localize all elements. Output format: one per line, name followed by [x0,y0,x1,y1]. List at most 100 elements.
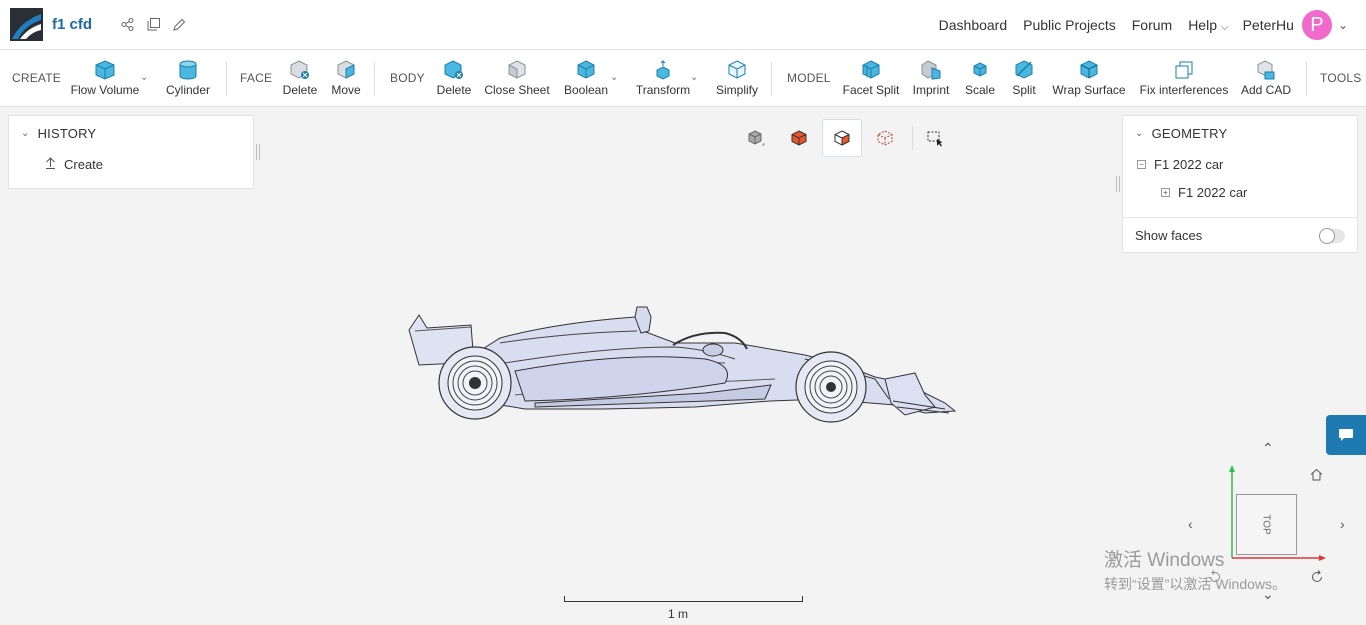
copy-icon[interactable] [146,17,160,31]
tree-item-child-label: F1 2022 car [1178,184,1248,200]
chevron-down-icon: ⌵ [1220,22,1229,33]
user-name[interactable]: PeterHu [1243,17,1294,33]
flow-volume-label: Flow Volume [70,83,140,97]
flow-volume-button[interactable]: Flow Volume [70,50,140,107]
close-sheet-icon [508,60,526,79]
avatar[interactable]: P [1301,10,1332,40]
body-delete-button[interactable]: Delete [434,50,474,107]
tree-item-child[interactable]: + F1 2022 car [1123,178,1357,206]
orbit-right-icon[interactable]: › [1340,516,1345,532]
divider [771,62,772,96]
expand-icon[interactable]: + [1161,187,1170,197]
orbit-up-icon[interactable]: ⌃ [1262,440,1274,457]
boolean-icon [577,60,595,79]
boolean-label: Boolean [563,83,609,97]
history-item-label: Create [64,156,104,172]
group-label-model: MODEL [787,71,831,85]
home-view-icon[interactable] [1310,468,1323,484]
show-faces-toggle[interactable] [1319,228,1345,244]
cylinder-label: Cylinder [165,83,210,97]
geometry-resize-handle[interactable] [1116,176,1120,192]
body-delete-label: Delete [436,83,472,97]
divider [1306,62,1307,96]
simplify-button[interactable]: Simplify [712,50,762,107]
wrap-surface-label: Wrap Surface [1052,83,1126,97]
rotate-cw-icon[interactable] [1310,570,1324,587]
face-move-icon [337,60,355,79]
split-label: Split [1012,83,1036,97]
chevron-down-icon: ⌄ [21,127,30,139]
main-nav: Dashboard Public Projects Forum Help ⌵ Pe… [923,0,1348,50]
chat-bubble-icon [1339,429,1353,441]
upload-arrow-icon [45,156,56,172]
chevron-down-icon[interactable]: ⌄ [690,72,698,83]
main-toolbar: CREATE Flow Volume ⌄ Cylinder FACE Delet… [0,50,1366,107]
nav-help-label: Help [1188,17,1217,33]
windows-activation-watermark: 激活 Windows 转到“设置”以激活 Windows。 [1104,545,1286,594]
divider [226,62,227,96]
fix-interferences-icon [1175,61,1193,79]
geometry-header[interactable]: ⌄ GEOMETRY [1123,116,1357,150]
group-label-face: FACE [240,71,273,85]
solid-edges-view-button[interactable] [822,119,862,157]
chevron-down-icon[interactable]: ⌄ [1338,18,1348,32]
imprint-icon [921,60,941,80]
simscale-logo[interactable] [10,8,43,41]
add-cad-button[interactable]: Add CAD [1238,50,1294,107]
chat-button[interactable] [1326,415,1366,455]
history-item-create[interactable]: Create [9,150,253,178]
tree-item-root[interactable]: − F1 2022 car [1123,150,1357,178]
nav-public-projects[interactable]: Public Projects [1023,17,1116,33]
transform-button[interactable]: Transform [634,50,692,107]
orbit-left-icon[interactable]: ‹ [1188,516,1193,532]
shaded-view-button[interactable] [736,119,776,157]
scale-button[interactable]: Scale [962,50,998,107]
solid-view-button[interactable] [779,119,819,157]
facet-split-icon [862,60,880,79]
share-icon[interactable] [120,17,134,31]
shaded-cube-icon [748,130,765,146]
wireframe-view-button[interactable] [865,119,905,157]
nav-help[interactable]: Help ⌵ [1188,17,1228,33]
show-faces-label: Show faces [1135,228,1203,243]
rear-wheel [438,346,512,420]
divider [374,62,375,96]
project-actions [120,17,186,31]
group-label-tools[interactable]: TOOLS [1320,71,1361,85]
edit-icon[interactable] [172,17,186,31]
cylinder-button[interactable]: Cylinder [164,50,212,107]
chevron-down-icon[interactable]: ⌄ [140,72,148,83]
history-header[interactable]: ⌄ HISTORY [9,116,253,150]
fix-interferences-button[interactable]: Fix interferences [1138,50,1230,107]
close-sheet-button[interactable]: Close Sheet [484,50,550,107]
imprint-label: Imprint [912,83,950,97]
imprint-button[interactable]: Imprint [908,50,954,107]
watermark-line1: 激活 Windows [1104,550,1225,571]
facet-split-button[interactable]: Facet Split [840,50,902,107]
boolean-button[interactable]: Boolean [562,50,610,107]
face-delete-icon [290,60,309,79]
split-button[interactable]: Split [1008,50,1040,107]
f1-car-model[interactable] [405,303,961,428]
history-panel: ⌄ HISTORY Create [8,115,254,189]
history-resize-handle[interactable] [256,144,260,160]
show-faces-row: Show faces [1123,217,1357,253]
view-toolbar [736,118,952,158]
project-name[interactable]: f1 cfd [52,16,92,33]
nav-forum[interactable]: Forum [1132,17,1172,33]
box-select-button[interactable] [921,119,949,157]
chevron-down-icon[interactable]: ⌄ [610,72,618,83]
transform-label: Transform [635,83,691,97]
close-sheet-label: Close Sheet [484,83,550,97]
simplify-label: Simplify [715,83,758,97]
geometry-panel: ⌄ GEOMETRY − F1 2022 car + F1 2022 car S… [1122,115,1358,253]
face-move-button[interactable]: Move [328,50,364,107]
solid-cube-icon [791,130,807,146]
face-delete-button[interactable]: Delete [280,50,320,107]
nav-dashboard[interactable]: Dashboard [939,17,1008,33]
tree-item-root-label: F1 2022 car [1154,156,1224,172]
box-select-icon [927,131,943,147]
collapse-icon[interactable]: − [1137,159,1146,169]
scale-icon [973,62,987,77]
wrap-surface-button[interactable]: Wrap Surface [1050,50,1128,107]
